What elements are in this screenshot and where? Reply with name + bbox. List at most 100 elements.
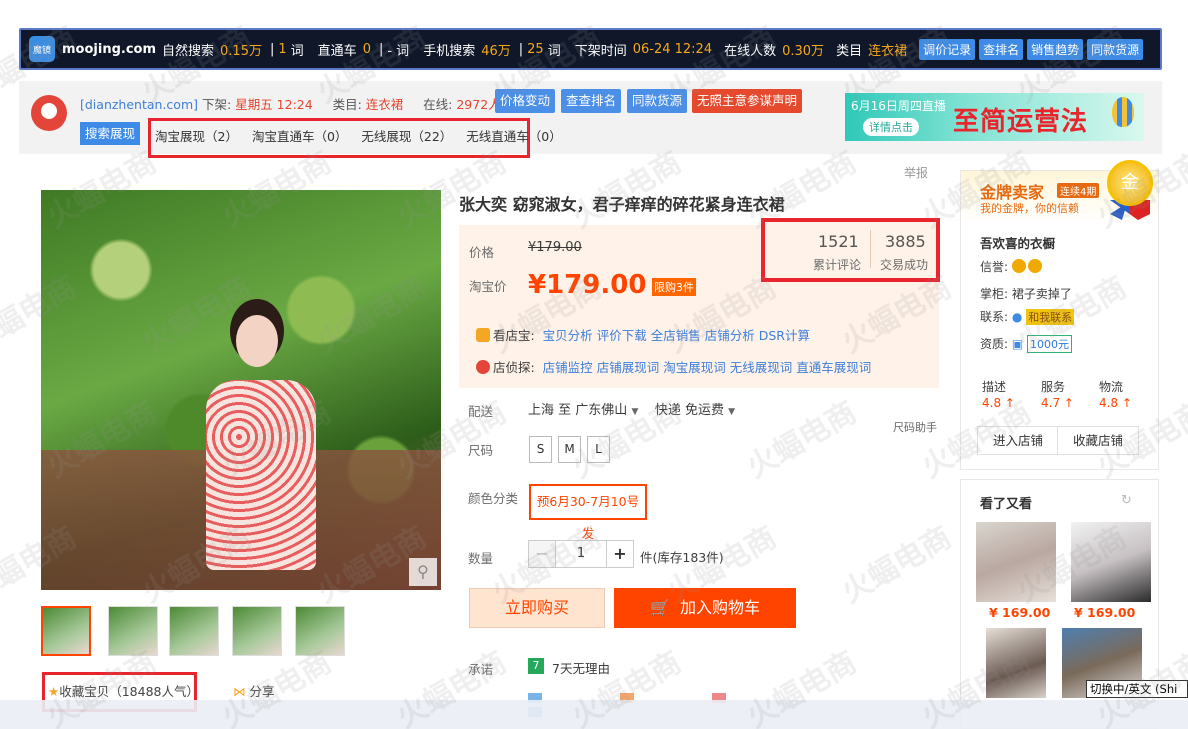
keeper-value: 裙子卖掉了	[1011, 287, 1072, 301]
score-label-service: 服务	[1041, 380, 1066, 394]
tool1-link-3[interactable]: 全店销售	[651, 328, 701, 343]
thumbnail-5[interactable]	[295, 606, 345, 656]
rank-check-button[interactable]: 查查排名	[561, 89, 622, 113]
refresh-icon[interactable]: ↻	[1121, 493, 1132, 508]
exposure-wireless-train[interactable]: 无线直通车（0）	[466, 129, 561, 144]
tool1-link-2[interactable]: 评价下载	[597, 328, 647, 343]
watermark-text: 火蝠电商	[836, 519, 958, 611]
thumbnail-2[interactable]	[108, 606, 158, 656]
check-rank-button[interactable]: 查排名	[979, 38, 1024, 60]
also-item-image-1[interactable]	[976, 522, 1056, 602]
credit-label: 信誉:	[980, 260, 1009, 274]
same-source-strip-button[interactable]: 同款货源	[627, 89, 688, 113]
enter-shop-button[interactable]: 进入店铺	[977, 426, 1059, 455]
delivery-to-select[interactable]: 广东佛山 ▼	[575, 403, 638, 418]
deal-count[interactable]: 3885	[885, 232, 926, 251]
buy-now-button[interactable]: 立即购买	[469, 588, 605, 628]
delivery-info: 上海 至 广东佛山 ▼ 快递 免运费 ▼	[528, 399, 735, 418]
delivery-to: 广东佛山	[575, 403, 628, 418]
model-head	[236, 315, 278, 367]
also-item-image-3[interactable]	[986, 628, 1046, 698]
tool2-link-5[interactable]: 直通车展现词	[796, 360, 871, 375]
delivery-label: 配送	[468, 404, 494, 419]
color-label: 颜色分类	[468, 491, 519, 506]
detective-tool-icon	[476, 360, 490, 374]
thumbnail-1[interactable]	[41, 606, 91, 656]
thumbnail-4[interactable]	[232, 606, 282, 656]
price-change-button[interactable]: 价格变动	[495, 89, 556, 113]
size-option-s[interactable]: S	[529, 436, 552, 463]
live-ad-banner[interactable]: 6月16日周四直播 详情点击 至简运营法	[845, 93, 1144, 141]
taobao-price-label: 淘宝价	[469, 279, 507, 294]
also-item-image-2[interactable]	[1071, 522, 1151, 602]
score-label-description: 描述	[982, 380, 1007, 394]
add-to-cart-label: 加入购物车	[680, 598, 761, 617]
watermark-text: 火蝠电商	[741, 394, 863, 486]
original-price: ¥179.00	[528, 240, 582, 255]
chat-icon: ●	[1011, 310, 1023, 324]
thumbnail-3[interactable]	[169, 606, 219, 656]
crown-icon	[1011, 259, 1026, 273]
sales-trend-button[interactable]: 销售趋势	[1027, 38, 1084, 60]
banner-detail-button[interactable]: 详情点击	[863, 118, 919, 136]
exposure-taobao[interactable]: 淘宝展现（2）	[155, 129, 238, 144]
detective-tool-label: 店侦探:	[493, 360, 535, 375]
moojing-logo-icon: 魔镜	[29, 36, 55, 62]
collect-shop-button[interactable]: 收藏店铺	[1057, 426, 1139, 455]
size-option-l[interactable]: L	[587, 436, 610, 463]
share-link[interactable]: ⋈ 分享	[233, 681, 275, 700]
search-exposure-tab[interactable]: 搜索展现	[80, 122, 141, 145]
score-value-logistics: 4.8 ↑	[1099, 396, 1132, 410]
detective-logo-icon	[31, 95, 67, 131]
delivery-method: 快递 免运费	[654, 403, 725, 418]
tool2-link-1[interactable]: 店铺监控	[543, 360, 593, 375]
natural-search-label: 自然搜索	[162, 43, 215, 59]
tool2-link-3[interactable]: 淘宝展现词	[663, 360, 726, 375]
disclaimer-button[interactable]: 无照主意参谋声明	[692, 89, 803, 113]
site-name[interactable]: moojing.com	[62, 42, 156, 57]
add-to-cart-button[interactable]: 🛒 加入购物车	[614, 588, 796, 628]
gold-seller-badge: 连续4期	[1057, 183, 1100, 198]
exposure-taobao-train[interactable]: 淘宝直通车（0）	[252, 129, 347, 144]
tool1-link-1[interactable]: 宝贝分析	[543, 328, 593, 343]
category-label: 类目	[836, 43, 863, 59]
online-label: 在线人数	[724, 43, 777, 59]
through-train-label: 直通车	[317, 43, 357, 59]
color-option[interactable]: 预6月30-7月10号发	[529, 484, 647, 541]
tool2-link-2[interactable]: 店铺展现词	[597, 360, 660, 375]
quantity-decrease-button[interactable]: −	[528, 540, 556, 568]
gold-seller-subtitle: 我的金牌，你的信赖	[980, 202, 1079, 215]
license-icon[interactable]: ▣	[1012, 337, 1023, 351]
deposit-badge[interactable]: 1000元	[1027, 335, 1073, 353]
strip-offshelf-label: 下架:	[201, 97, 232, 112]
quantity-increase-button[interactable]: +	[606, 540, 634, 568]
online-value: 0.30万	[782, 43, 825, 59]
main-product-image[interactable]: ⚲	[41, 190, 441, 590]
promise-text: 7天无理由	[552, 661, 610, 676]
store-tool-icon	[476, 328, 490, 342]
favorite-item-link[interactable]: ★收藏宝贝（18488人气）	[48, 681, 199, 700]
contact-button[interactable]: 和我联系	[1026, 309, 1075, 325]
tool2-link-4[interactable]: 无线展现词	[730, 360, 793, 375]
shop-name[interactable]: 吾欢喜的衣橱	[980, 233, 1055, 252]
same-source-button[interactable]: 同款货源	[1087, 38, 1144, 60]
contact-label: 联系:	[980, 310, 1009, 324]
delivery-method-select[interactable]: 快递 免运费 ▼	[655, 403, 735, 418]
product-title: 张大奕 窈窕淑女，君子痒痒的碎花紧身连衣裙	[459, 195, 785, 214]
qualification-label: 资质:	[980, 337, 1009, 351]
price-history-button[interactable]: 调价记录	[919, 38, 976, 60]
quantity-input[interactable]: 1	[556, 540, 606, 568]
mobile-search-value: 46万	[481, 43, 511, 59]
size-helper-link[interactable]: 尺码助手	[893, 419, 937, 435]
size-option-m[interactable]: M	[558, 436, 581, 463]
zoom-icon[interactable]: ⚲	[409, 558, 437, 586]
size-label: 尺码	[468, 443, 494, 458]
review-count[interactable]: 1521	[818, 232, 859, 251]
tool1-link-5[interactable]: DSR计算	[759, 328, 810, 343]
deal-label: 交易成功	[880, 258, 929, 272]
exposure-wireless[interactable]: 无线展现（22）	[361, 129, 452, 144]
balloon-icon	[1112, 97, 1134, 127]
tool1-link-4[interactable]: 店铺分析	[705, 328, 755, 343]
shop-domain-link[interactable]: [dianzhentan.com]	[80, 97, 198, 112]
report-link[interactable]: 举报	[904, 164, 928, 181]
